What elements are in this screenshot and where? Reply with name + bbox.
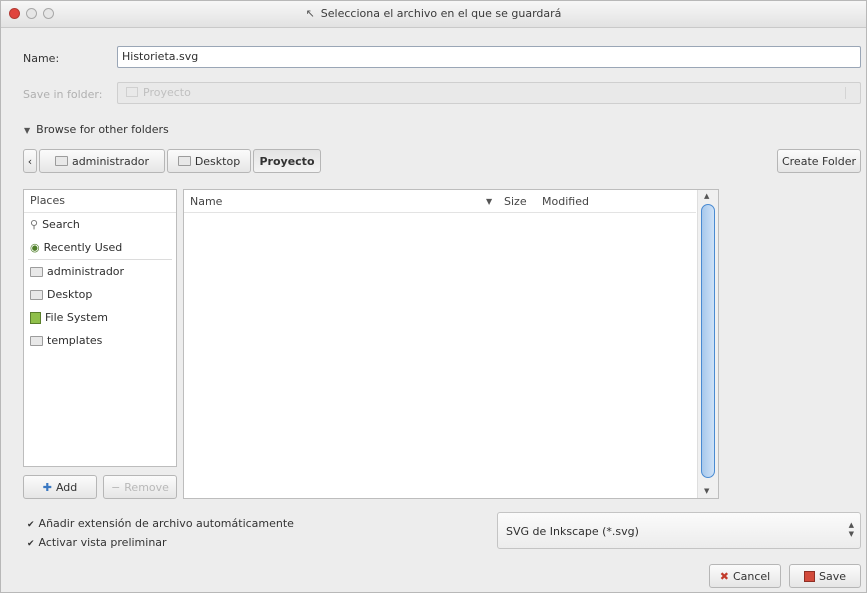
scroll-up-icon[interactable]: ▲ (704, 192, 709, 200)
file-list[interactable]: Name ▼ Size Modified ▲ ▼ (183, 189, 719, 499)
preview-checkbox[interactable]: ✔ Activar vista preliminar (27, 536, 167, 549)
drive-icon (30, 311, 41, 324)
filename-value: Historieta.svg (122, 50, 199, 63)
triangle-down-icon: ▼ (24, 126, 31, 135)
filename-input[interactable]: Historieta.svg (117, 46, 861, 68)
auto-extension-label: Añadir extensión de archivo automáticame… (38, 517, 294, 530)
checkmark-icon: ✔ (27, 520, 35, 530)
save-button[interactable]: Save (789, 564, 861, 588)
auto-extension-checkbox[interactable]: ✔ Añadir extensión de archivo automáticam… (27, 517, 294, 530)
place-item-label: templates (47, 334, 103, 347)
place-item-label: administrador (47, 265, 125, 278)
column-name[interactable]: Name (190, 195, 222, 208)
preview-label: Activar vista preliminar (38, 536, 167, 549)
cancel-icon: ✖ (719, 569, 729, 583)
path-back-button[interactable]: ‹ (23, 149, 37, 173)
name-label: Name: (23, 52, 60, 65)
file-type-filter-select[interactable]: SVG de Inkscape (*.svg) ▲ ▼ (497, 512, 861, 549)
column-modified[interactable]: Modified (542, 195, 589, 208)
folder-icon (126, 87, 138, 97)
search-icon: ⚲ (30, 218, 39, 231)
save-file-dialog: ↖ Selecciona el archivo en el que se guar… (0, 0, 867, 593)
path-segment-label: administrador (71, 154, 150, 168)
remove-bookmark-label: Remove (124, 480, 169, 494)
file-list-header: Name ▼ Size Modified (184, 190, 696, 213)
chevron-left-icon: ‹ (27, 154, 33, 168)
column-size[interactable]: Size (504, 195, 527, 208)
place-item-desktop[interactable]: Desktop (24, 283, 176, 306)
scroll-down-icon[interactable]: ▼ (704, 487, 709, 495)
place-item-recently-used[interactable]: ◉ Recently Used (24, 236, 176, 259)
place-item-label: Recently Used (43, 241, 123, 254)
path-segment-label: Proyecto (259, 154, 315, 168)
file-type-filter-value: SVG de Inkscape (*.svg) (506, 525, 639, 538)
browse-folders-expander[interactable]: ▼ Browse for other folders (24, 123, 169, 136)
title-bar[interactable]: ↖ Selecciona el archivo en el que se guar… (1, 1, 866, 28)
cancel-label: Cancel (732, 569, 771, 583)
save-in-folder-select[interactable]: Proyecto (117, 82, 861, 104)
places-panel: Places ⚲ Search ◉ Recently Used administ… (23, 189, 177, 467)
folder-icon (177, 156, 191, 166)
plus-icon: ✚ (42, 480, 52, 494)
create-folder-button[interactable]: Create Folder (777, 149, 861, 173)
clock-icon: ◉ (30, 241, 40, 254)
place-item-label: File System (45, 311, 108, 324)
add-bookmark-button[interactable]: ✚ Add (23, 475, 97, 499)
window-title-text: Selecciona el archivo en el que se guard… (320, 7, 562, 20)
save-in-folder-label: Save in folder: (23, 88, 103, 101)
folder-icon (30, 289, 43, 300)
combo-divider (845, 87, 846, 99)
path-segment-proyecto[interactable]: Proyecto (253, 149, 321, 173)
path-segment-label: Desktop (194, 154, 241, 168)
window-title: ↖ Selecciona el archivo en el que se guar… (1, 7, 866, 20)
place-item-label: Desktop (47, 288, 93, 301)
add-bookmark-label: Add (55, 480, 78, 494)
folder-icon (30, 335, 43, 346)
place-item-search[interactable]: ⚲ Search (24, 213, 176, 236)
place-item-file-system[interactable]: File System (24, 306, 176, 329)
sort-down-icon[interactable]: ▼ (486, 197, 492, 206)
browse-folders-label: Browse for other folders (36, 123, 169, 136)
minus-icon: − (111, 480, 121, 494)
place-item-administrador[interactable]: administrador (24, 260, 176, 283)
cursor-icon: ↖ (305, 7, 315, 20)
vertical-scrollbar[interactable]: ▲ ▼ (697, 190, 718, 498)
create-folder-label: Create Folder (781, 154, 857, 168)
save-icon (803, 570, 815, 582)
remove-bookmark-button[interactable]: − Remove (103, 475, 177, 499)
path-segment-desktop[interactable]: Desktop (167, 149, 251, 173)
updown-arrows-icon: ▲ ▼ (848, 521, 854, 538)
save-in-folder-value: Proyecto (143, 86, 191, 99)
folder-icon (54, 156, 68, 166)
place-item-label: Search (42, 218, 80, 231)
checkmark-icon: ✔ (27, 539, 35, 549)
path-segment-administrador[interactable]: administrador (39, 149, 165, 173)
place-item-templates[interactable]: templates (24, 329, 176, 352)
save-label: Save (818, 569, 846, 583)
places-header: Places (24, 190, 176, 213)
scroll-thumb[interactable] (701, 204, 715, 478)
folder-icon (30, 266, 43, 277)
cancel-button[interactable]: ✖ Cancel (709, 564, 781, 588)
